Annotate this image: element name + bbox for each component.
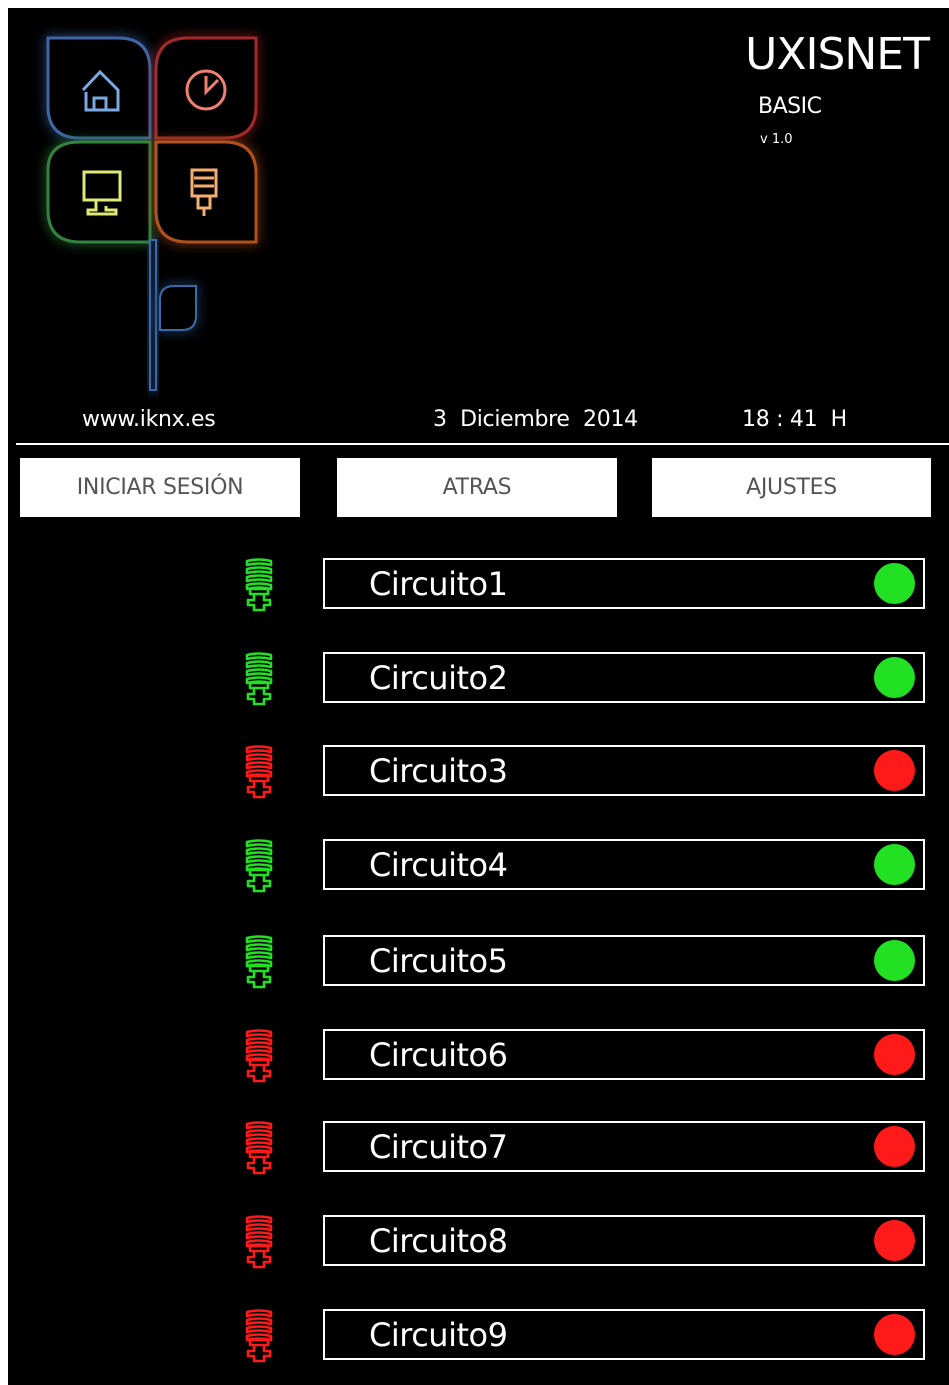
lightbulb-icon — [245, 1121, 273, 1175]
circuit-label: Circuito5 — [369, 942, 508, 980]
app-screen: UXISNET BASIC v 1.0 www.iknx.es 3 Diciem… — [8, 8, 949, 1385]
circuit-button[interactable]: Circuito5 — [323, 935, 925, 986]
settings-button[interactable]: AJUSTES — [652, 458, 931, 517]
circuit-label: Circuito3 — [369, 752, 508, 790]
circuit-label: Circuito9 — [369, 1316, 508, 1354]
status-indicator — [874, 1126, 915, 1167]
circuit-label: Circuito4 — [369, 846, 508, 884]
status-indicator — [874, 563, 915, 604]
circuit-row: Circuito8 — [8, 1213, 949, 1273]
circuit-row: Circuito9 — [8, 1307, 949, 1367]
lightbulb-icon — [245, 1029, 273, 1083]
status-indicator — [874, 940, 915, 981]
website-link[interactable]: www.iknx.es — [82, 406, 216, 434]
status-indicator — [874, 657, 915, 698]
circuit-row: Circuito3 — [8, 743, 949, 803]
circuit-button[interactable]: Circuito4 — [323, 839, 925, 890]
back-button[interactable]: ATRAS — [337, 458, 617, 517]
status-indicator — [874, 1034, 915, 1075]
lightbulb-icon — [245, 1215, 273, 1269]
status-indicator — [874, 1314, 915, 1355]
circuit-row: Circuito4 — [8, 837, 949, 897]
circuit-row: Circuito5 — [8, 933, 949, 993]
circuit-button[interactable]: Circuito2 — [323, 652, 925, 703]
lightbulb-icon — [245, 935, 273, 989]
current-time: 18 : 41 H — [742, 407, 847, 432]
lightbulb-icon — [245, 745, 273, 799]
circuit-row: Circuito1 — [8, 556, 949, 616]
circuit-row: Circuito2 — [8, 650, 949, 710]
brand-version: v 1.0 — [760, 132, 793, 147]
circuit-label: Circuito8 — [369, 1222, 508, 1260]
lightbulb-icon — [245, 839, 273, 893]
brand-edition: BASIC — [758, 94, 822, 119]
uxisnet-logo — [46, 36, 258, 391]
login-button[interactable]: INICIAR SESIÓN — [20, 458, 300, 517]
header-divider — [16, 443, 949, 445]
current-date: 3 Diciembre 2014 — [433, 407, 638, 432]
circuit-label: Circuito2 — [369, 659, 508, 697]
circuit-label: Circuito6 — [369, 1036, 508, 1074]
circuit-label: Circuito7 — [369, 1128, 508, 1166]
circuit-label: Circuito1 — [369, 565, 508, 603]
circuit-row: Circuito7 — [8, 1119, 949, 1179]
circuit-row: Circuito6 — [8, 1027, 949, 1087]
circuit-button[interactable]: Circuito6 — [323, 1029, 925, 1080]
brand-title: UXISNET — [745, 29, 930, 80]
status-indicator — [874, 750, 915, 791]
circuit-button[interactable]: Circuito3 — [323, 745, 925, 796]
status-indicator — [874, 1220, 915, 1261]
status-indicator — [874, 844, 915, 885]
lightbulb-icon — [245, 652, 273, 706]
lightbulb-icon — [245, 558, 273, 612]
circuit-button[interactable]: Circuito7 — [323, 1121, 925, 1172]
circuit-button[interactable]: Circuito8 — [323, 1215, 925, 1266]
lightbulb-icon — [245, 1309, 273, 1363]
circuit-button[interactable]: Circuito1 — [323, 558, 925, 609]
circuit-button[interactable]: Circuito9 — [323, 1309, 925, 1360]
